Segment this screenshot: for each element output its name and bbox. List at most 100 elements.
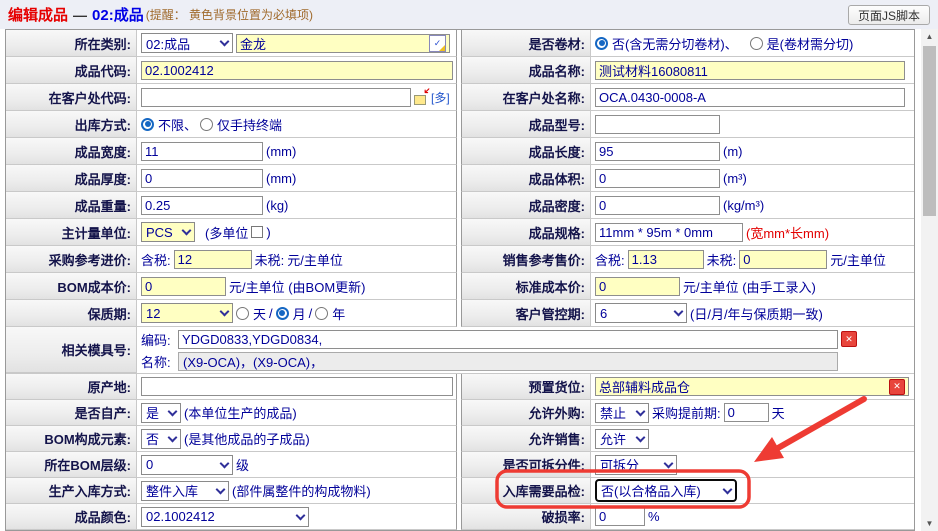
allow-sale-field: 允许 — [591, 426, 914, 452]
outbound-radio-any[interactable] — [141, 118, 154, 131]
name-input[interactable] — [595, 61, 905, 80]
preset-loc-box[interactable]: 总部辅料成品仓 ✕ — [595, 377, 909, 396]
product-form-table: 所在类别: 02:成品 金龙 是否卷材: 否(含无需分切卷材)、 是(卷材需分切… — [5, 29, 915, 531]
lookup-icon[interactable] — [429, 35, 446, 52]
thickness-input[interactable] — [141, 169, 263, 188]
sale-notax-price-input[interactable] — [739, 250, 827, 269]
density-field: (kg/m³) — [591, 192, 914, 219]
std-cost-input[interactable] — [595, 277, 680, 296]
density-input[interactable] — [595, 196, 720, 215]
field-label-allow-sale: 允许销售: — [461, 426, 591, 452]
mold-code-input[interactable] — [178, 330, 838, 349]
splittable-select[interactable]: 可拆分 — [595, 455, 677, 475]
field-label-std-cost: 标准成本价: — [461, 273, 591, 300]
scrollbar-down-button[interactable]: ▼ — [921, 516, 938, 531]
cust-control-select[interactable]: 6 — [595, 303, 687, 323]
main-unit-select[interactable]: PCS — [141, 222, 195, 242]
cust-code-input[interactable] — [141, 88, 411, 107]
purchase-lead-time-input[interactable] — [724, 403, 769, 422]
field-label-weight: 成品重量: — [6, 192, 137, 219]
weight-input[interactable] — [141, 196, 263, 215]
shelf-life-radio-month[interactable] — [276, 307, 289, 320]
inbound-qc-field: 否(以合格品入库) — [591, 478, 914, 504]
allow-sale-select[interactable]: 允许 — [595, 429, 649, 449]
color-select[interactable]: 02.1002412 — [141, 507, 309, 527]
origin-input[interactable] — [141, 377, 453, 396]
up-arrow-icon: ▲ — [926, 32, 934, 41]
down-arrow-icon: ▼ — [926, 519, 934, 528]
mold-clear-icon[interactable]: ✕ — [841, 331, 857, 347]
is-coil-field: 否(含无需分切卷材)、 是(卷材需分切) — [591, 30, 914, 57]
form-grid-top: 所在类别: 02:成品 金龙 是否卷材: 否(含无需分切卷材)、 是(卷材需分切… — [6, 30, 914, 327]
sale-tax-price-input[interactable] — [628, 250, 704, 269]
outbound-radio-handheld[interactable] — [200, 118, 213, 131]
page-title-separator: — — [73, 7, 87, 23]
field-label-mold: 相关模具号: — [6, 327, 137, 373]
is-coil-radio-no[interactable] — [595, 37, 608, 50]
spec-input[interactable] — [595, 223, 743, 242]
inbound-mode-select[interactable]: 整件入库 — [141, 481, 229, 501]
origin-field — [137, 374, 457, 400]
shelf-life-select[interactable]: 12 — [141, 303, 233, 323]
std-cost-field: 元/主单位 (由手工录入) — [591, 273, 914, 300]
outbound-field: 不限、 仅手持终端 — [137, 111, 457, 138]
page-js-script-button[interactable]: 页面JS脚本 — [848, 5, 930, 25]
multi-select-link[interactable]: [多] — [431, 89, 450, 106]
length-input[interactable] — [595, 142, 720, 161]
volume-unit: (m³) — [723, 171, 747, 186]
bom-cost-hint: 元/主单位 (由BOM更新) — [229, 277, 366, 296]
preset-loc-clear-icon[interactable]: ✕ — [889, 379, 905, 395]
cust-name-input[interactable] — [595, 88, 905, 107]
field-label-preset-loc: 预置货位: — [461, 374, 591, 400]
scrollbar-up-button[interactable]: ▲ — [921, 29, 938, 44]
self-made-hint: (本单位生产的成品) — [184, 403, 297, 422]
bom-element-select[interactable]: 否 — [141, 429, 181, 449]
bom-level-select[interactable]: 0 — [141, 455, 233, 475]
field-label-name: 成品名称: — [461, 57, 591, 84]
import-icon[interactable] — [414, 90, 428, 105]
field-label-sale-price: 销售参考售价: — [461, 246, 591, 273]
inbound-qc-select[interactable]: 否(以合格品入库) — [595, 479, 737, 502]
color-field: 02.1002412 — [137, 504, 457, 530]
mold-name-readonly: (X9-OCA)，(X9-OCA)， — [178, 352, 838, 371]
main-unit-field: PCS (多单位 ) — [137, 219, 457, 246]
field-label-damage-rate: 破损率: — [461, 504, 591, 530]
scrollbar-thumb[interactable] — [923, 46, 936, 216]
damage-rate-input[interactable] — [595, 507, 645, 526]
page-title-edit: 编辑成品 — [8, 4, 68, 25]
allow-purchase-field: 禁止 采购提前期: 天 — [591, 400, 914, 426]
code-input[interactable] — [141, 61, 453, 80]
category-select[interactable]: 02:成品 — [141, 33, 233, 53]
std-cost-hint: 元/主单位 (由手工录入) — [683, 277, 816, 296]
field-label-bom-cost: BOM成本价: — [6, 273, 137, 300]
model-input[interactable] — [595, 115, 720, 134]
purchase-tax-price-input[interactable] — [174, 250, 252, 269]
field-label-inbound-qc: 入库需要品检: — [461, 478, 591, 504]
field-label-cust-name: 在客户处名称: — [461, 84, 591, 111]
field-label-allow-purchase: 允许外购: — [461, 400, 591, 426]
cust-control-field: 6 (日/月/年与保质期一致) — [591, 300, 914, 327]
category-name-field[interactable]: 金龙 — [236, 34, 450, 53]
field-label-width: 成品宽度: — [6, 138, 137, 165]
inbound-mode-hint: (部件属整件的构成物料) — [232, 481, 371, 500]
field-label-cust-code: 在客户处代码: — [6, 84, 137, 111]
field-label-length: 成品长度: — [461, 138, 591, 165]
field-label-density: 成品密度: — [461, 192, 591, 219]
category-field: 02:成品 金龙 — [137, 30, 457, 57]
mold-row: 相关模具号: 编码: ✕ 名称: (X9-OCA)，(X9-OCA)， — [6, 327, 914, 374]
allow-purchase-select[interactable]: 禁止 — [595, 403, 649, 423]
multi-unit-checkbox[interactable] — [251, 226, 263, 238]
is-coil-radio-yes[interactable] — [750, 37, 763, 50]
volume-field: (m³) — [591, 165, 914, 192]
field-label-code: 成品代码: — [6, 57, 137, 84]
cust-name-field — [591, 84, 914, 111]
bom-element-field: 否 (是其他成品的子成品) — [137, 426, 457, 452]
density-unit: (kg/m³) — [723, 198, 764, 213]
shelf-life-radio-day[interactable] — [236, 307, 249, 320]
width-input[interactable] — [141, 142, 263, 161]
self-made-select[interactable]: 是 — [141, 403, 181, 423]
field-label-model: 成品型号: — [461, 111, 591, 138]
shelf-life-radio-year[interactable] — [315, 307, 328, 320]
volume-input[interactable] — [595, 169, 720, 188]
bom-cost-input[interactable] — [141, 277, 226, 296]
